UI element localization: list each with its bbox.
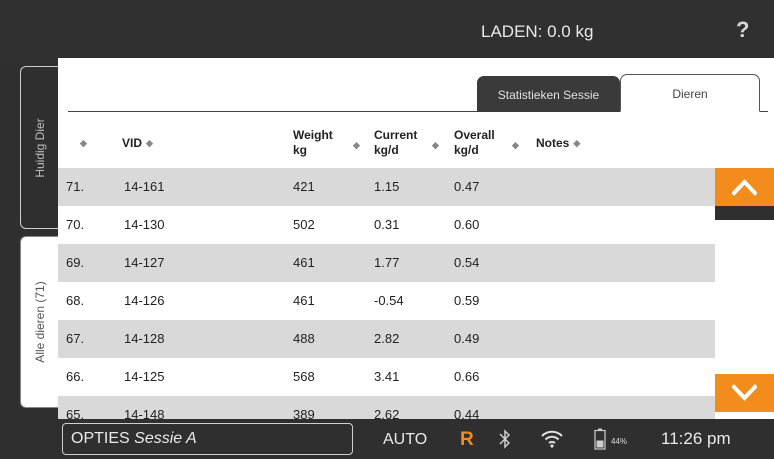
tab-current-animal[interactable]: Huidig Dier <box>20 66 58 229</box>
animals-panel: Statistieken Sessie Dieren ◆ VID ◆ Weight… <box>58 58 774 419</box>
table-row[interactable]: 67. 14-128 488 2.82 0.49 <box>58 320 715 358</box>
scroll-up-shadow <box>715 206 774 220</box>
table-row[interactable]: 65. 14-148 389 2.62 0.44 <box>58 396 715 419</box>
animals-table-body: 71. 14-161 421 1.15 0.47 70. 14-130 502 … <box>58 168 715 419</box>
table-row[interactable]: 70. 14-130 502 0.31 0.60 <box>58 206 715 244</box>
column-header-weight[interactable]: Weight kg ◆ <box>293 128 360 158</box>
tab-animals[interactable]: Dieren <box>620 74 760 112</box>
column-header-vid[interactable]: VID ◆ <box>122 136 153 151</box>
sort-icon: ◆ <box>432 140 439 150</box>
table-row[interactable]: 71. 14-161 421 1.15 0.47 <box>58 168 715 206</box>
wifi-icon <box>541 430 563 448</box>
clock: 11:26 pm <box>661 429 731 448</box>
table-row[interactable]: 68. 14-126 461 -0.54 0.59 <box>58 282 715 320</box>
column-header-notes[interactable]: Notes ◆ <box>536 136 580 151</box>
battery-percent: 44% <box>611 437 628 446</box>
scroll-down-button[interactable] <box>715 374 774 412</box>
remote-indicator: R <box>460 429 474 450</box>
sort-icon: ◆ <box>353 140 360 150</box>
tab-all-animals[interactable]: Alle dieren (71) <box>20 236 58 408</box>
tab-all-animals-label: Alle dieren (71) <box>32 281 47 363</box>
bluetooth-icon <box>499 429 511 449</box>
column-header-overall[interactable]: Overall kg/d ◆ <box>454 128 519 158</box>
options-button[interactable]: OPTIES Sessie A <box>62 423 353 455</box>
top-bar: LADEN: 0.0 kg ? <box>0 0 774 58</box>
sort-icon: ◆ <box>512 140 519 150</box>
column-header-index[interactable]: ◆ <box>76 136 87 151</box>
session-name: Sessie A <box>134 430 197 447</box>
chevron-up-icon <box>732 179 757 196</box>
bottom-bar: OPTIES Sessie A AUTO R 44% 11:26 pm <box>0 419 774 459</box>
battery-icon <box>594 428 606 450</box>
tab-current-animal-label: Huidig Dier <box>32 117 47 178</box>
sort-icon: ◆ <box>573 138 581 149</box>
scroll-up-button[interactable] <box>715 168 774 206</box>
sort-icon: ◆ <box>80 138 87 149</box>
table-row[interactable]: 69. 14-127 461 1.77 0.54 <box>58 244 715 282</box>
chevron-down-icon <box>732 384 757 401</box>
load-readout: LADEN: 0.0 kg <box>481 22 594 41</box>
help-button[interactable]: ? <box>736 17 749 43</box>
options-label: OPTIES <box>71 430 130 447</box>
column-header-current[interactable]: Current kg/d ◆ <box>374 128 439 158</box>
tab-session-stats[interactable]: Statistieken Sessie <box>477 76 620 112</box>
mode-indicator[interactable]: AUTO <box>383 431 427 449</box>
sort-icon: ◆ <box>146 138 153 149</box>
table-row[interactable]: 66. 14-125 568 3.41 0.66 <box>58 358 715 396</box>
